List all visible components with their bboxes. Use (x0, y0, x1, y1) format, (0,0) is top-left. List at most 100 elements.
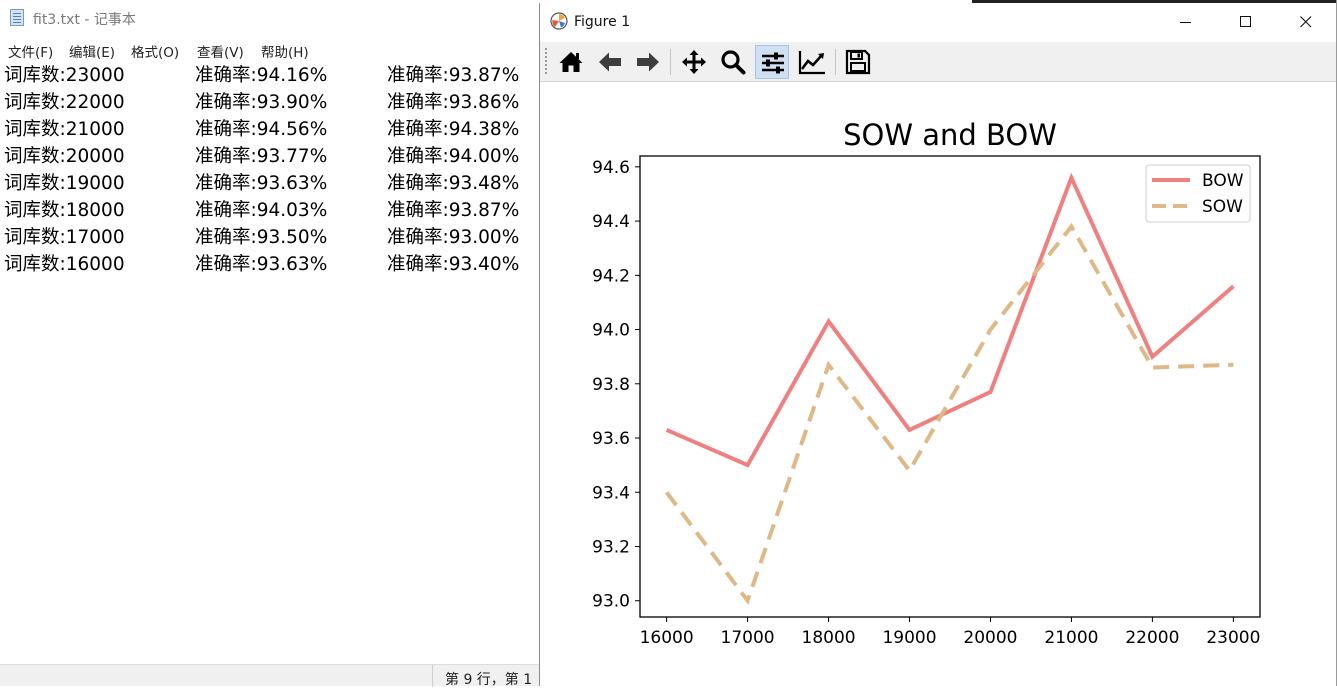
vocab-size-text: 词库数:18000 (4, 200, 125, 221)
bow-accuracy-text: 准确率:93.77% (195, 146, 328, 167)
x-tick-label: 23000 (1206, 628, 1260, 648)
sow-accuracy-text: 准确率:93.48% (387, 173, 520, 194)
vocab-size-text: 词库数:16000 (4, 254, 125, 275)
y-tick-label: 94.0 (592, 321, 630, 341)
notepad-text-area[interactable]: 词库数:23000 准确率:94.16% 准确率:93.87% 词库数:2200… (0, 62, 540, 662)
y-tick-label: 93.2 (592, 537, 630, 557)
y-tick-label: 93.6 (592, 429, 630, 449)
legend-label-sow: SOW (1202, 197, 1243, 217)
notepad-document-icon (10, 9, 24, 26)
x-tick-label: 17000 (721, 628, 775, 648)
chart-title: SOW and BOW (843, 118, 1057, 152)
menu-format[interactable]: 格式(O) (131, 41, 179, 61)
maximize-icon (1240, 16, 1251, 27)
sow-accuracy-text: 准确率:93.40% (387, 254, 520, 275)
back-arrow-icon (599, 52, 621, 72)
y-tick-label: 93.8 (592, 375, 630, 395)
text-line: 词库数:22000 准确率:93.90% 准确率:93.86% (0, 89, 540, 116)
tick-layer: 16000 17000 18000 19000 20000 21000 22000 23000… (592, 158, 1260, 648)
matplotlib-app-icon (550, 12, 568, 30)
back-button[interactable] (593, 45, 627, 79)
home-button[interactable] (554, 45, 588, 79)
notepad-titlebar[interactable]: fit3.txt - 记事本 (0, 0, 540, 36)
cursor-position-text: 第 9 行，第 1 (445, 672, 533, 688)
bow-accuracy-text: 准确率:93.90% (195, 92, 328, 113)
text-line: 词库数:19000 准确率:93.63% 准确率:93.48% (0, 170, 540, 197)
sow-accuracy-text: 准确率:94.00% (387, 146, 520, 167)
sow-accuracy-text: 准确率:93.87% (387, 200, 520, 221)
toolbar-separator (835, 49, 836, 75)
save-button[interactable] (841, 45, 875, 79)
vocab-size-text: 词库数:21000 (4, 119, 125, 140)
text-line: 词库数:21000 准确率:94.56% 准确率:94.38% (0, 116, 540, 143)
vocab-size-text: 词库数:22000 (4, 92, 125, 113)
notepad-menubar: 文件(F) 编辑(E) 格式(O) 查看(V) 帮助(H) (0, 38, 540, 61)
zoom-button[interactable] (716, 45, 750, 79)
vocab-size-text: 词库数:17000 (4, 227, 125, 248)
bow-accuracy-text: 准确率:94.56% (195, 119, 328, 140)
minimize-button[interactable] (1156, 3, 1216, 41)
figure-window: Figure 1 SOW and BOW 16000 17000 18000 1… (539, 3, 1336, 686)
y-tick-label: 94.2 (592, 266, 630, 286)
sow-accuracy-text: 准确率:93.86% (387, 92, 520, 113)
bow-accuracy-text: 准确率:94.03% (195, 200, 328, 221)
figure-title: Figure 1 (574, 14, 631, 30)
pan-move-icon (682, 50, 706, 74)
menu-help[interactable]: 帮助(H) (261, 41, 309, 61)
pan-button[interactable] (677, 45, 711, 79)
series-line-sow (664, 222, 1234, 605)
home-icon (559, 52, 583, 72)
notepad-title: fit3.txt - 记事本 (33, 12, 136, 28)
x-tick-label: 22000 (1125, 628, 1179, 648)
vocab-size-text: 词库数:19000 (4, 173, 125, 194)
y-tick-label: 94.6 (592, 158, 630, 178)
figure-canvas[interactable]: SOW and BOW 16000 17000 18000 19000 20000 210… (540, 82, 1336, 686)
notepad-window: fit3.txt - 记事本 文件(F) 编辑(E) 格式(O) 查看(V) 帮… (0, 0, 540, 688)
series-layer (664, 172, 1235, 605)
vocab-size-text: 词库数:20000 (4, 146, 125, 167)
toolbar-separator (670, 49, 671, 75)
menu-view[interactable]: 查看(V) (197, 41, 244, 61)
zoom-magnifier-icon (721, 50, 746, 75)
close-icon (1300, 16, 1312, 28)
sow-accuracy-text: 准确率:94.38% (387, 119, 520, 140)
axes-frame (639, 155, 1261, 618)
text-line: 词库数:23000 准确率:94.16% 准确率:93.87% (0, 62, 540, 89)
text-line: 词库数:20000 准确率:93.77% 准确率:94.00% (0, 143, 540, 170)
bow-accuracy-text: 准确率:93.50% (195, 227, 328, 248)
close-button[interactable] (1276, 3, 1336, 41)
bow-accuracy-text: 准确率:94.16% (195, 65, 328, 86)
text-line: 词库数:16000 准确率:93.63% 准确率:93.40% (0, 251, 540, 278)
text-line: 词库数:17000 准确率:93.50% 准确率:93.00% (0, 224, 540, 251)
statusbar-divider (432, 665, 433, 687)
vocab-size-text: 词库数:23000 (4, 65, 125, 86)
y-tick-label: 94.4 (592, 212, 630, 232)
x-tick-label: 18000 (802, 628, 856, 648)
chart-legend: BOW SOW (1145, 164, 1251, 223)
line-chart[interactable]: SOW and BOW 16000 17000 18000 19000 20000 210… (540, 82, 1336, 686)
x-tick-label: 19000 (882, 628, 936, 648)
forward-button[interactable] (631, 45, 665, 79)
sow-accuracy-text: 准确率:93.87% (387, 65, 520, 86)
text-line: 词库数:18000 准确率:94.03% 准确率:93.87% (0, 197, 540, 224)
x-tick-label: 16000 (640, 628, 694, 648)
y-tick-label: 93.0 (592, 592, 630, 612)
bow-accuracy-text: 准确率:93.63% (195, 254, 328, 275)
edit-axis-button[interactable] (794, 45, 828, 79)
toolbar-grip[interactable] (545, 48, 547, 76)
maximize-button[interactable] (1216, 3, 1276, 41)
configure-subplots-icon (762, 52, 784, 74)
configure-subplots-button[interactable] (755, 45, 789, 79)
x-tick-label: 21000 (1044, 628, 1098, 648)
forward-arrow-icon (637, 52, 659, 72)
sow-accuracy-text: 准确率:93.00% (387, 227, 520, 248)
y-tick-label: 93.4 (592, 483, 630, 503)
notepad-statusbar: 第 9 行，第 1 (0, 664, 540, 688)
menu-edit[interactable]: 编辑(E) (69, 41, 115, 61)
figure-titlebar[interactable]: Figure 1 (540, 3, 1336, 41)
figure-toolbar (540, 42, 1336, 82)
menu-file[interactable]: 文件(F) (8, 41, 53, 61)
bow-accuracy-text: 准确率:93.63% (195, 173, 328, 194)
minimize-icon (1180, 22, 1191, 23)
edit-axis-icon (798, 51, 825, 75)
